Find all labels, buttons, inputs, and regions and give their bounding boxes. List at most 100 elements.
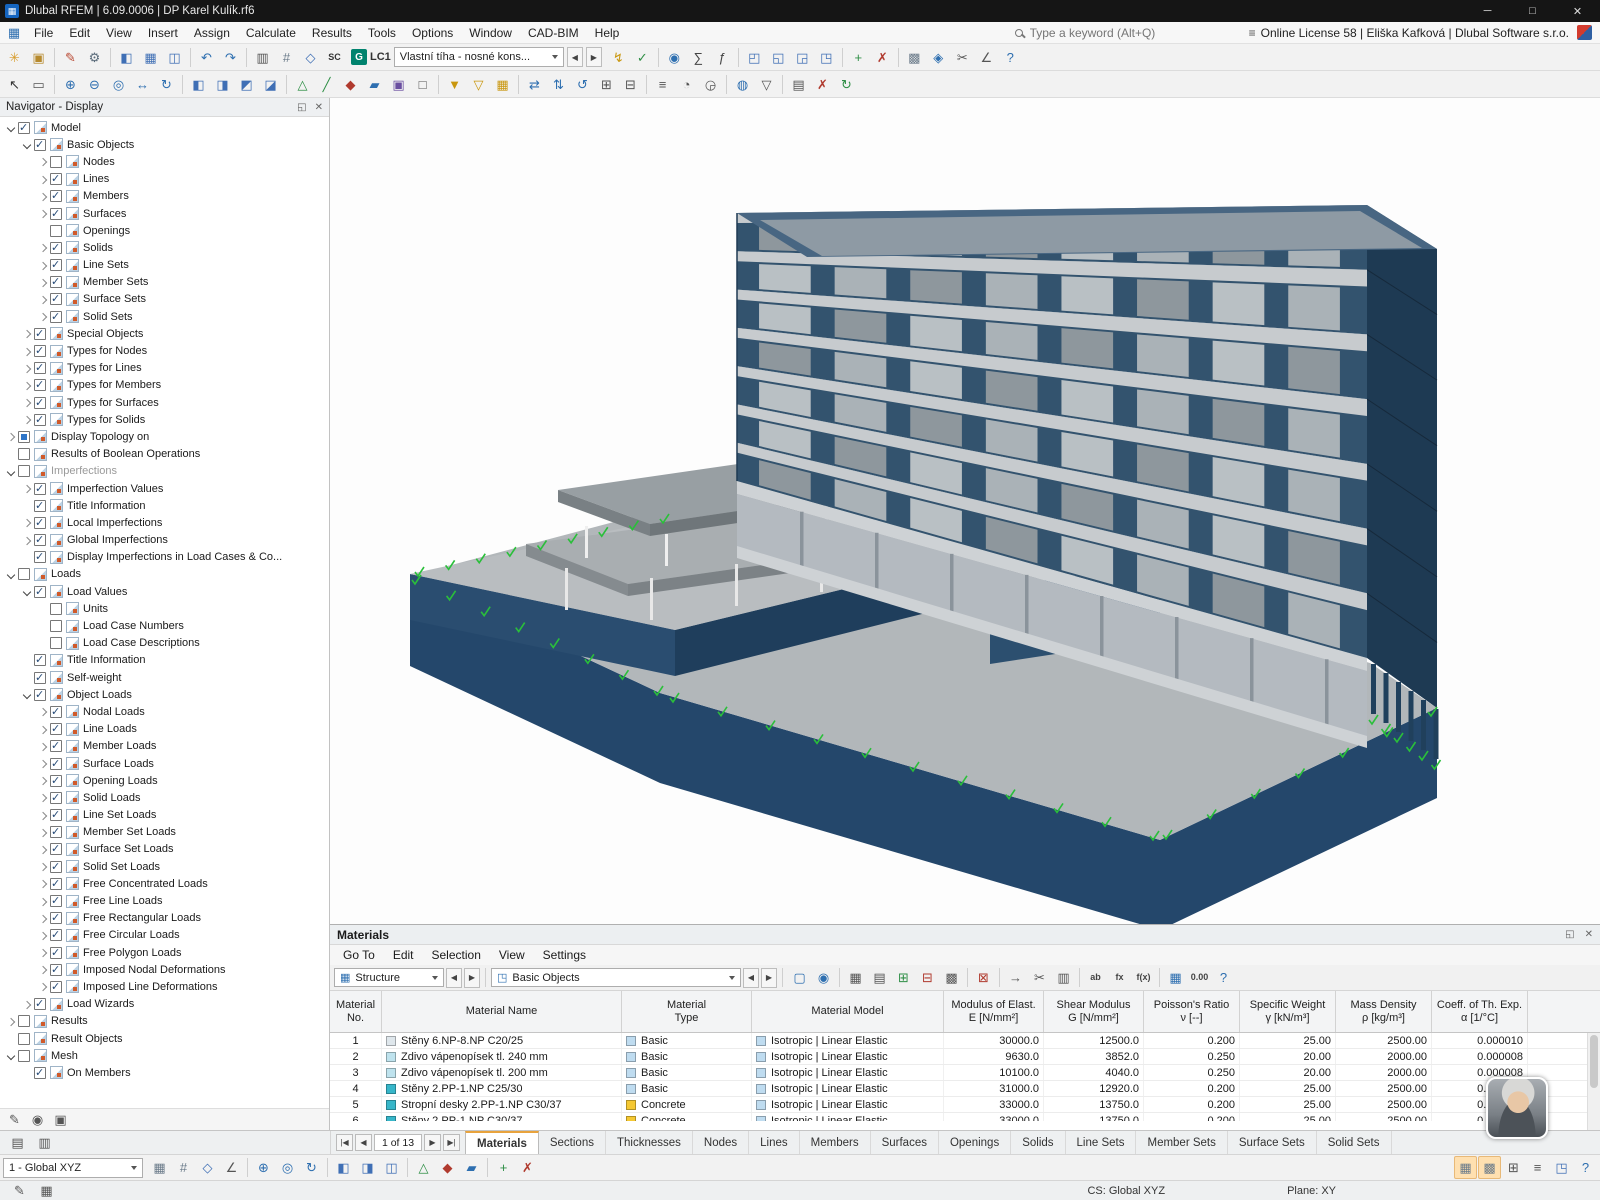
load-case-combo[interactable]: Vlastní tíha - nosné kons... xyxy=(393,47,564,67)
materials-menu-edit[interactable]: Edit xyxy=(384,948,423,962)
column-header[interactable]: Poisson's Ratio ν [--] xyxy=(1144,991,1240,1032)
tree-checkbox[interactable] xyxy=(34,396,46,409)
view-yz-icon[interactable]: ◲ xyxy=(791,46,814,69)
tree-item[interactable]: Loads xyxy=(0,566,329,583)
tab-solid-sets[interactable]: Solid Sets xyxy=(1317,1131,1392,1154)
tree-checkbox[interactable] xyxy=(50,705,62,718)
surface-load-icon[interactable]: ▦ xyxy=(491,73,514,96)
tree-checkbox[interactable] xyxy=(50,258,62,272)
view-xy-icon[interactable]: ◰ xyxy=(743,46,766,69)
expand-arrow-icon[interactable] xyxy=(36,809,49,822)
tree-item[interactable]: Nodal Loads xyxy=(0,703,329,720)
tree-item[interactable]: Free Rectangular Loads xyxy=(0,910,329,927)
tree-item[interactable]: Imperfections xyxy=(0,463,329,480)
last-table-button[interactable]: ▶| xyxy=(443,1134,460,1151)
table-row[interactable]: 3 Zdivo vápenopísek tl. 200 mm Basic Isotro… xyxy=(330,1065,1600,1081)
expand-arrow-icon[interactable] xyxy=(36,963,49,976)
surface-snap-icon[interactable]: ▰ xyxy=(460,1156,483,1179)
expand-arrow-icon[interactable] xyxy=(36,207,49,220)
table-row[interactable]: 4 Stěny 2.PP-1.NP C25/30 Basic Isotropic | … xyxy=(330,1081,1600,1097)
background-layers-icon[interactable]: ▩ xyxy=(1478,1156,1501,1179)
tree-item[interactable]: Load Values xyxy=(0,583,329,600)
expand-arrow-icon[interactable] xyxy=(36,912,49,925)
rotate-view-icon[interactable]: ↻ xyxy=(300,1156,323,1179)
tree-checkbox[interactable] xyxy=(34,344,46,358)
tree-item[interactable]: Results xyxy=(0,1013,329,1030)
expand-arrow-icon[interactable] xyxy=(36,946,49,959)
tree-item[interactable]: Display Topology on xyxy=(0,428,329,445)
tree-checkbox[interactable] xyxy=(50,722,62,736)
settings-icon[interactable]: ⚙ xyxy=(83,46,106,69)
tab-materials[interactable]: Materials xyxy=(465,1131,539,1154)
expand-arrow-icon[interactable] xyxy=(36,310,49,323)
expand-arrow-icon[interactable] xyxy=(36,826,49,839)
print-graphic-icon[interactable]: ▤ xyxy=(787,73,810,96)
tree-item[interactable]: Surface Loads xyxy=(0,755,329,772)
tree-item[interactable]: Load Wizards xyxy=(0,996,329,1013)
tree-item[interactable]: Free Line Loads xyxy=(0,892,329,909)
section-cut-icon[interactable]: ◶ xyxy=(699,73,722,96)
member-tool-icon[interactable]: ◆ xyxy=(339,73,362,96)
tree-checkbox[interactable] xyxy=(50,894,62,908)
tree-checkbox[interactable] xyxy=(34,413,46,426)
keyword-search[interactable] xyxy=(1008,23,1244,42)
tree-checkbox[interactable] xyxy=(18,448,30,461)
tree-item[interactable]: Title Information xyxy=(0,652,329,669)
expand-arrow-icon[interactable] xyxy=(20,327,33,340)
navigator-toggle-icon[interactable]: ◧ xyxy=(115,46,138,69)
table-list-icon[interactable]: ▤ xyxy=(6,1131,29,1154)
menu-results[interactable]: Results xyxy=(304,24,360,42)
box-select-icon[interactable]: ▭ xyxy=(27,73,50,96)
tree-checkbox[interactable] xyxy=(50,172,62,186)
add-object-icon[interactable]: + xyxy=(847,46,870,69)
tree-checkbox[interactable] xyxy=(34,533,46,547)
materials-menu-goto[interactable]: Go To xyxy=(334,948,384,962)
tree-item[interactable]: Title Information xyxy=(0,497,329,514)
display-tab-pencil-icon[interactable]: ✎ xyxy=(5,1110,24,1129)
solid-tool-icon[interactable]: ▣ xyxy=(387,73,410,96)
expand-arrow-icon[interactable] xyxy=(20,396,33,409)
view-side-icon[interactable]: ◨ xyxy=(211,73,234,96)
opening-tool-icon[interactable]: □ xyxy=(411,73,434,96)
tab-members[interactable]: Members xyxy=(800,1131,871,1154)
pan-icon[interactable]: ↔ xyxy=(131,73,154,96)
prev-table-button[interactable]: ◀ xyxy=(355,1134,372,1151)
zoom-out-icon[interactable]: ⊖ xyxy=(83,73,106,96)
remove-status-icon[interactable]: ✗ xyxy=(516,1156,539,1179)
tree-checkbox[interactable] xyxy=(50,774,62,787)
tree-checkbox[interactable] xyxy=(50,825,62,839)
node-tool-icon[interactable]: △ xyxy=(291,73,314,96)
add-status-icon[interactable]: + xyxy=(492,1156,515,1179)
expand-arrow-icon[interactable] xyxy=(20,138,33,151)
tree-item[interactable]: Types for Surfaces xyxy=(0,394,329,411)
expand-arrow-icon[interactable] xyxy=(36,877,49,890)
trim-icon[interactable]: ⊟ xyxy=(619,73,642,96)
tree-checkbox[interactable] xyxy=(50,911,62,925)
mirror-icon[interactable]: ⇄ xyxy=(523,73,546,96)
list-view-icon[interactable]: ▤ xyxy=(868,966,891,989)
expand-arrow-icon[interactable] xyxy=(20,413,33,426)
close-button[interactable]: ✕ xyxy=(1555,0,1600,22)
navigator-close-button[interactable]: ✕ xyxy=(315,102,323,113)
menu-edit[interactable]: Edit xyxy=(61,24,98,42)
view-iso-icon[interactable]: ◳ xyxy=(815,46,838,69)
expand-arrow-icon[interactable] xyxy=(36,895,49,908)
object-snap-icon[interactable]: ⊞ xyxy=(1502,1156,1525,1179)
tree-checkbox[interactable] xyxy=(50,860,62,873)
tree-item[interactable]: Model xyxy=(0,119,329,136)
menu-options[interactable]: Options xyxy=(404,24,461,42)
expand-arrow-icon[interactable] xyxy=(20,585,33,598)
tree-checkbox[interactable] xyxy=(50,842,62,856)
tree-checkbox[interactable] xyxy=(50,980,62,993)
tree-item[interactable]: Solid Loads xyxy=(0,789,329,806)
tab-lines[interactable]: Lines xyxy=(749,1131,800,1154)
menu-insert[interactable]: Insert xyxy=(140,24,186,42)
tree-checkbox[interactable] xyxy=(34,585,46,598)
tree-item[interactable]: Special Objects xyxy=(0,325,329,342)
tree-item[interactable]: Opening Loads xyxy=(0,772,329,789)
measure-icon[interactable]: ∠ xyxy=(975,46,998,69)
expand-arrow-icon[interactable] xyxy=(20,345,33,358)
menu-file[interactable]: File xyxy=(26,24,61,42)
rotate-copy-icon[interactable]: ↺ xyxy=(571,73,594,96)
tree-checkbox[interactable] xyxy=(50,275,62,289)
